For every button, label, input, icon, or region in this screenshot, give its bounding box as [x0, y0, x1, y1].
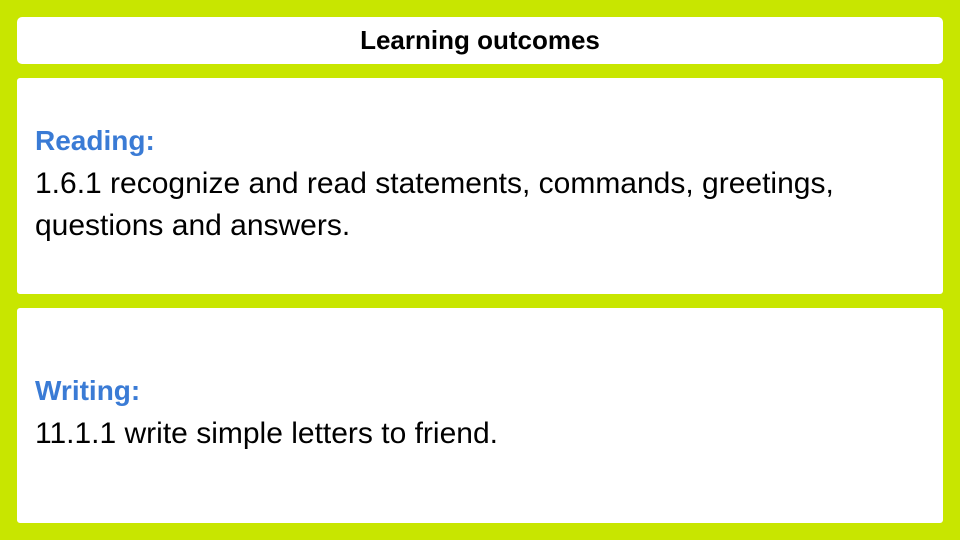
reading-text: 1.6.1 recognize and read statements, com…: [35, 163, 925, 247]
writing-section: Writing: 11.1.1 write simple letters to …: [14, 305, 946, 527]
reading-label: Reading:: [35, 125, 925, 157]
outer-container: Learning outcomes Reading: 1.6.1 recogni…: [10, 10, 950, 530]
page-title: Learning outcomes: [360, 25, 600, 55]
writing-text: 11.1.1 write simple letters to friend.: [35, 413, 925, 455]
reading-section: Reading: 1.6.1 recognize and read statem…: [14, 75, 946, 297]
writing-label: Writing:: [35, 375, 925, 407]
title-bar: Learning outcomes: [14, 14, 946, 67]
